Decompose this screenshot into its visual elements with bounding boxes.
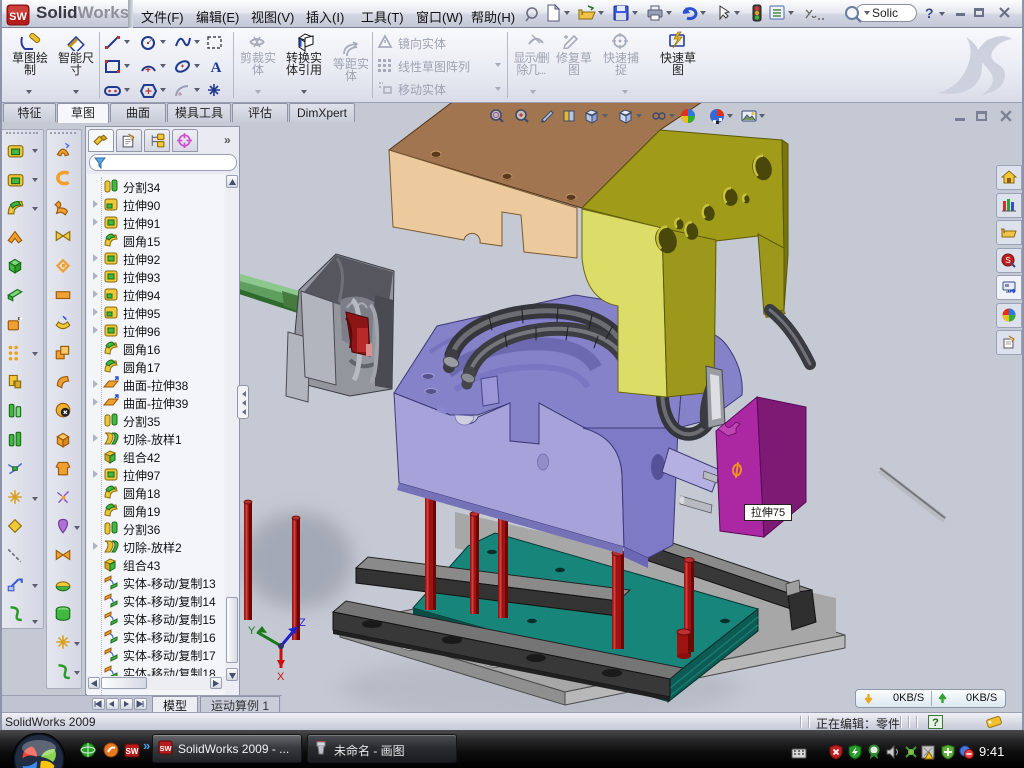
svg-text:S: S — [1005, 256, 1010, 265]
svg-text:SW: SW — [9, 11, 27, 23]
svg-text:A: A — [211, 60, 222, 75]
svg-text:!: ! — [933, 755, 935, 760]
svg-text:Y: Y — [248, 625, 256, 637]
svg-text:Z: Z — [299, 617, 306, 629]
svg-text:X: X — [277, 671, 285, 683]
svg-text:SW: SW — [159, 744, 172, 753]
svg-text:SW: SW — [126, 747, 139, 756]
